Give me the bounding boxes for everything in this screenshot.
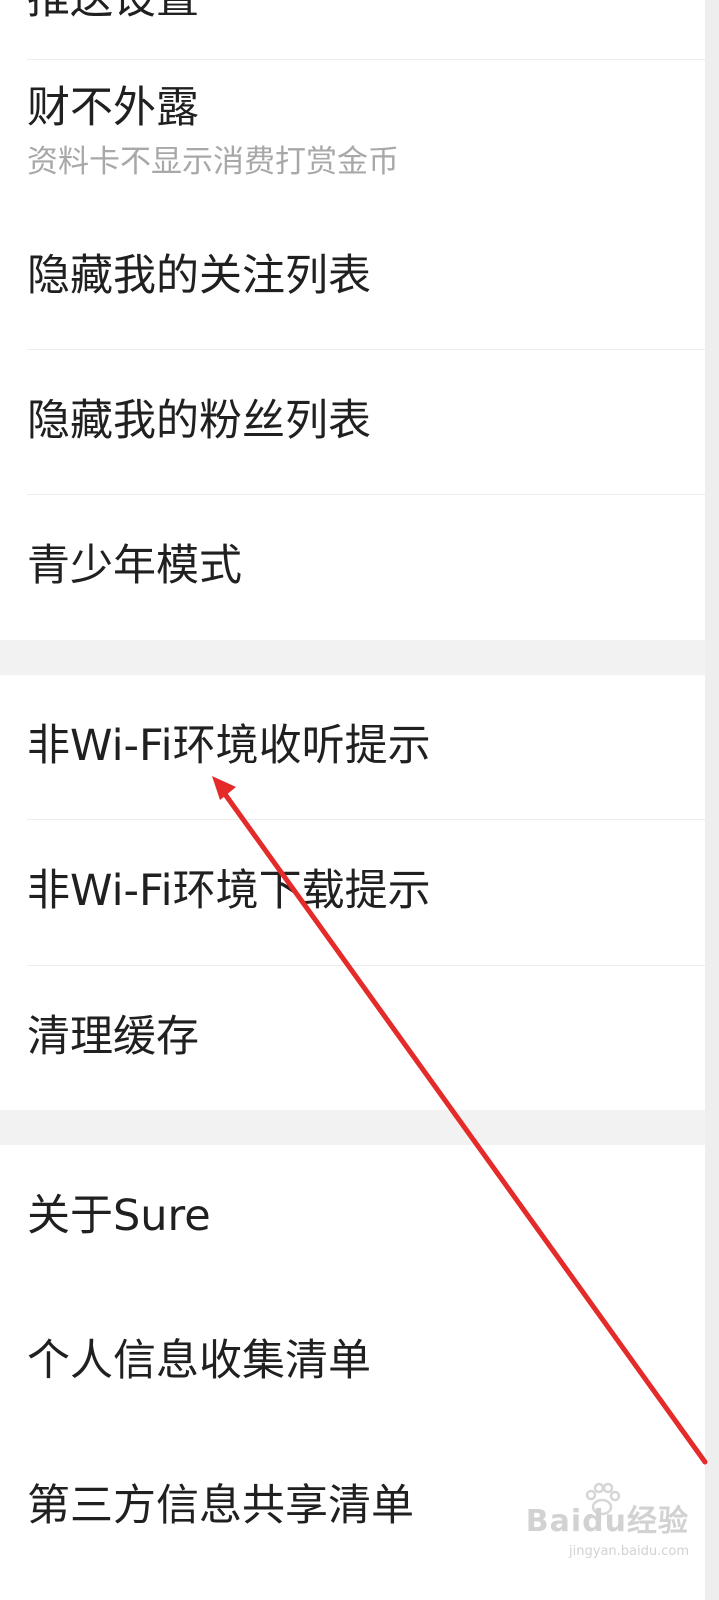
settings-item-label: 清理缓存 bbox=[27, 1012, 199, 1062]
watermark-brand: Baidu经验 bbox=[525, 1504, 689, 1539]
settings-item-label: 个人信息收集清单 bbox=[27, 1336, 371, 1386]
settings-item-push-settings[interactable]: 推送设置 bbox=[0, 0, 705, 60]
settings-item-label: 隐藏我的粉丝列表 bbox=[27, 396, 371, 446]
watermark-url: jingyan.baidu.com bbox=[569, 1544, 689, 1559]
settings-item-personal-info-list[interactable]: 个人信息收集清单 bbox=[0, 1290, 705, 1435]
settings-item-label: 青少年模式 bbox=[27, 541, 242, 591]
settings-item-label: 关于Sure bbox=[27, 1191, 211, 1241]
settings-item-hide-following[interactable]: 隐藏我的关注列表 bbox=[0, 205, 705, 349]
settings-item-teen-mode[interactable]: 青少年模式 bbox=[0, 495, 705, 640]
settings-screen: 推送设置 财不外露 资料卡不显示消费打赏金币 隐藏我的关注列表 隐藏我的粉丝列表… bbox=[0, 0, 719, 1600]
settings-item-wifi-download-prompt[interactable]: 非Wi-Fi环境下载提示 bbox=[0, 820, 705, 965]
settings-item-label: 推送设置 bbox=[27, 0, 199, 21]
watermark: Baidu经验 jingyan.baidu.com bbox=[526, 1496, 689, 1559]
settings-group-network: 非Wi-Fi环境收听提示 非Wi-Fi环境下载提示 清理缓存 bbox=[0, 675, 705, 1110]
settings-group-privacy: 推送设置 财不外露 资料卡不显示消费打赏金币 隐藏我的关注列表 隐藏我的粉丝列表… bbox=[0, 0, 705, 640]
settings-item-label: 财不外露 bbox=[27, 83, 199, 133]
settings-item-hide-followers[interactable]: 隐藏我的粉丝列表 bbox=[0, 350, 705, 494]
settings-item-label: 非Wi-Fi环境收听提示 bbox=[27, 721, 431, 771]
settings-item-about[interactable]: 关于Sure bbox=[0, 1145, 705, 1290]
settings-item-clear-cache[interactable]: 清理缓存 bbox=[0, 966, 705, 1110]
settings-item-label: 隐藏我的关注列表 bbox=[27, 251, 371, 301]
settings-item-label: 第三方信息共享清单 bbox=[27, 1481, 414, 1531]
settings-item-hide-spending[interactable]: 财不外露 资料卡不显示消费打赏金币 bbox=[0, 60, 705, 205]
settings-item-subtitle: 资料卡不显示消费打赏金币 bbox=[27, 144, 399, 180]
settings-item-wifi-listen-prompt[interactable]: 非Wi-Fi环境收听提示 bbox=[0, 675, 705, 819]
screen-edge bbox=[705, 0, 719, 1600]
settings-item-label: 非Wi-Fi环境下载提示 bbox=[27, 866, 431, 916]
